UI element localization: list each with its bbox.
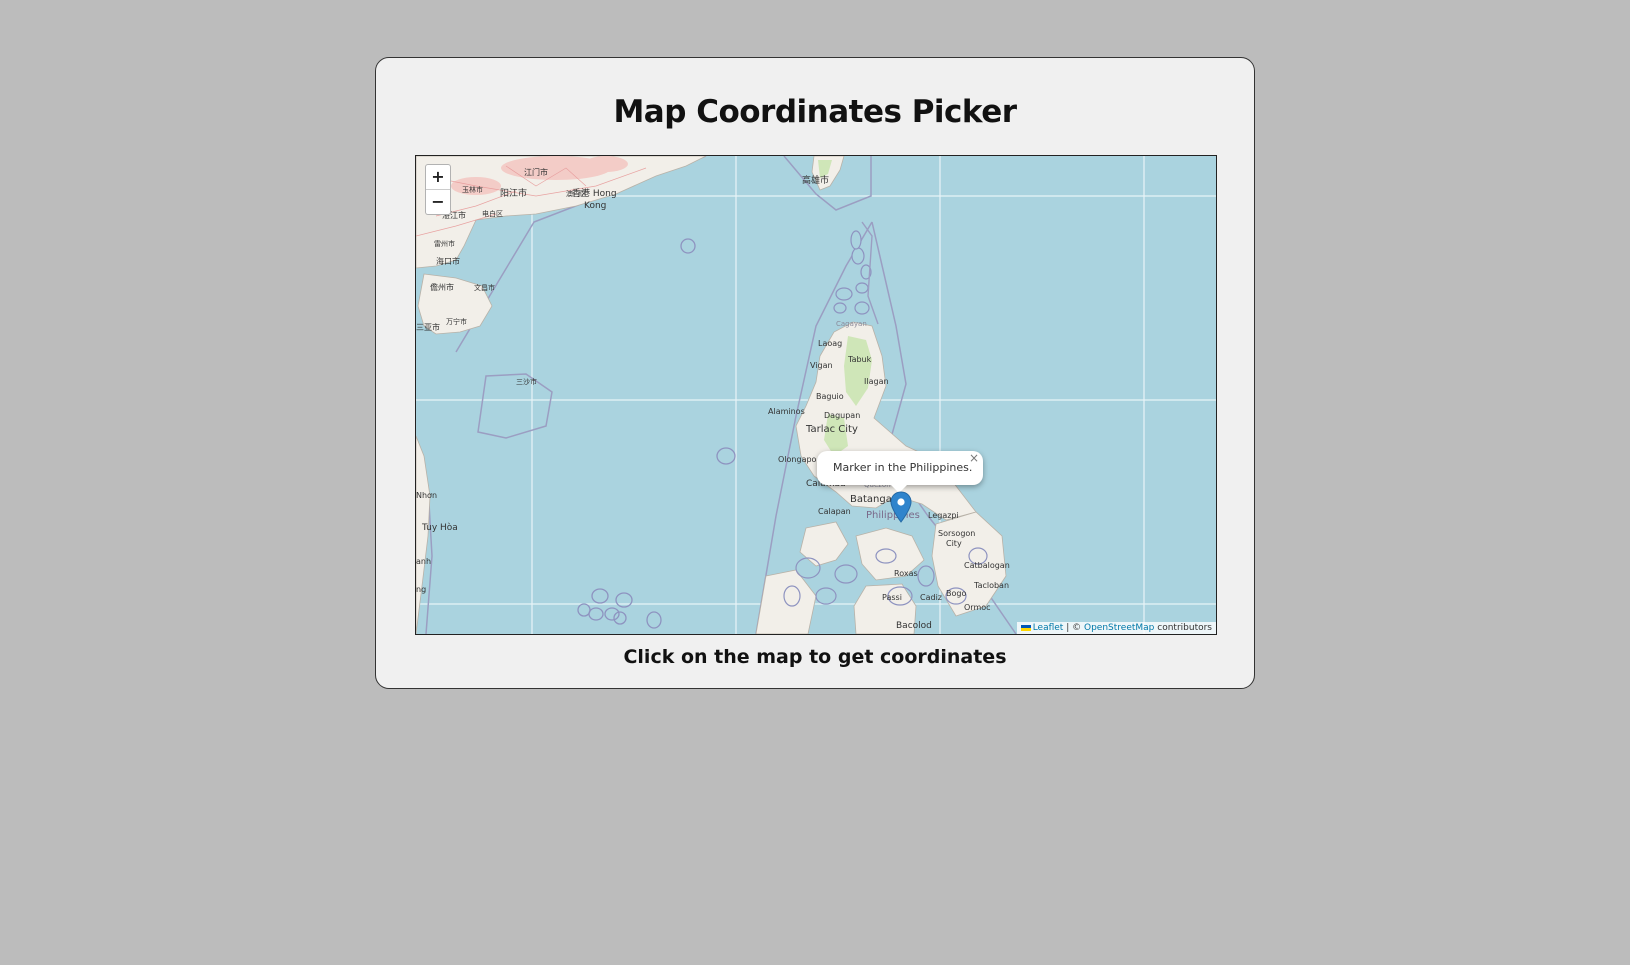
map-label: Sorsogon — [938, 529, 975, 538]
map-label: Legazpi — [928, 511, 959, 520]
map-label: Tuy Hòa — [421, 522, 458, 533]
map-label: Olongapo — [778, 455, 817, 464]
map-label: Passi — [882, 593, 902, 602]
picker-card: Map Coordinates Picker 高雄市 江门市 阳江市 澳门区 香… — [375, 57, 1255, 689]
map-label: 阳江市 — [500, 187, 527, 199]
map-container[interactable]: 高雄市 江门市 阳江市 澳门区 香港 Hong Kong 玉林市 湛江市 电白区… — [415, 155, 1217, 635]
map-label: ng — [416, 585, 426, 594]
map-label: 海口市 — [436, 256, 460, 266]
map-label: Catbalogan — [964, 561, 1010, 570]
map-label: Kong — [584, 201, 606, 211]
map-label: 三亚市 — [416, 322, 440, 332]
map-label: Baguio — [816, 392, 844, 401]
map-label: Laoag — [818, 339, 842, 348]
page-title: Map Coordinates Picker — [613, 94, 1017, 130]
map-label: Cadiz — [920, 593, 942, 602]
map-label: Tabuk — [847, 355, 872, 364]
map-label: Roxas — [894, 569, 918, 578]
popup-text: Marker in the Philippines. — [833, 461, 973, 474]
map-label: Vigan — [810, 361, 833, 370]
map-label: 电白区 — [482, 209, 503, 218]
leaflet-link[interactable]: Leaflet — [1033, 623, 1064, 633]
attribution-separator: | © — [1066, 623, 1082, 633]
map-label: Nhơn — [416, 491, 437, 500]
zoom-out-button[interactable]: − — [426, 189, 450, 214]
openstreetmap-link[interactable]: OpenStreetMap — [1084, 623, 1154, 633]
map-label: 文昌市 — [474, 283, 495, 292]
map-label: Calapan — [818, 507, 851, 516]
map-attribution: Leaflet | © OpenStreetMap contributors — [1016, 622, 1216, 634]
sea-features — [577, 238, 736, 629]
map-label: Tacloban — [973, 581, 1009, 590]
map-label: Alaminos — [768, 407, 805, 416]
ukraine-flag-icon — [1020, 624, 1031, 631]
coordinates-caption: Click on the map to get coordinates — [623, 646, 1007, 668]
luzon-island — [795, 321, 977, 521]
map-label: anh — [416, 557, 431, 566]
map-label: 高雄市 — [802, 174, 829, 186]
map-label: 雷州市 — [434, 239, 455, 248]
map-label: Ilagan — [864, 377, 889, 386]
map-label: 江门市 — [524, 167, 548, 177]
map-marker-icon[interactable] — [890, 491, 912, 523]
map-label: Dagupan — [824, 411, 860, 420]
map-label: 三沙市 — [516, 377, 537, 386]
zoom-in-button[interactable]: + — [426, 165, 450, 189]
popup-close-button[interactable]: × — [969, 451, 979, 465]
maritime-borders — [416, 156, 1017, 634]
map-tiles[interactable]: 高雄市 江门市 阳江市 澳门区 香港 Hong Kong 玉林市 湛江市 电白区… — [416, 156, 1216, 634]
zoom-control: + − — [425, 164, 451, 215]
map-label: 香港 Hong — [572, 187, 617, 199]
marker-popup: Marker in the Philippines. × — [817, 451, 983, 493]
map-label: 玉林市 — [462, 185, 483, 194]
map-label: Cagayan — [836, 320, 867, 328]
map-label: Tarlac City — [805, 424, 858, 435]
attribution-suffix: contributors — [1157, 623, 1212, 633]
map-label: City — [946, 539, 962, 548]
map-label: Ormoc — [964, 603, 991, 612]
map-label: Bogo — [946, 589, 966, 598]
map-label: 儋州市 — [430, 282, 454, 292]
map-label: 万宁市 — [446, 317, 467, 326]
northern-islands — [833, 230, 872, 315]
map-label: Bacolod — [896, 621, 932, 631]
